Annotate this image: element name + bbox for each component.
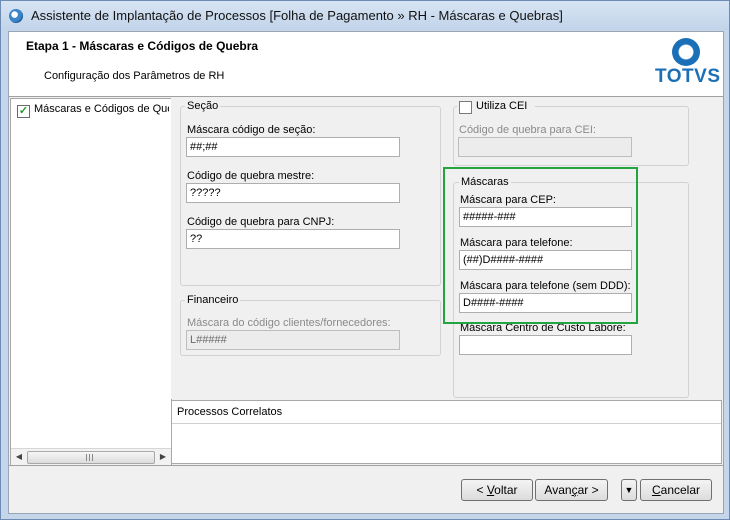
- wizard-window: Assistente de Implantação de Processos […: [0, 0, 730, 520]
- avancar-button[interactable]: Avançar >: [535, 479, 608, 501]
- app-icon: [9, 9, 23, 23]
- totvs-logo-text: TOTVS: [655, 66, 721, 87]
- scrollbar-thumb[interactable]: [27, 451, 155, 464]
- options-dropdown-button[interactable]: ▼: [621, 479, 637, 501]
- mascara-centro-custo-input[interactable]: [459, 335, 632, 355]
- checked-checkbox-icon: ✓: [17, 105, 30, 118]
- quebra-cnpj-input[interactable]: ??: [186, 229, 400, 249]
- grip-icon: [86, 454, 95, 461]
- cei-group: [453, 106, 689, 166]
- processos-correlatos-title: Processos Correlatos: [177, 406, 283, 418]
- scroll-right-icon[interactable]: ▶: [155, 449, 171, 465]
- avancar-label-pre: Avan: [544, 483, 572, 497]
- window-title: Assistente de Implantação de Processos […: [31, 8, 563, 23]
- steps-tree[interactable]: ✓ Máscaras e Códigos de Quebra ◀ ▶: [10, 98, 172, 466]
- financeiro-group-title: Financeiro: [185, 294, 241, 306]
- title-bar[interactable]: Assistente de Implantação de Processos […: [1, 1, 729, 30]
- quebra-cei-label: Código de quebra para CEI:: [459, 124, 596, 136]
- footer-divider: [9, 465, 723, 466]
- wizard-client-area: Etapa 1 - Máscaras e Códigos de Quebra C…: [8, 31, 724, 514]
- step-title: Etapa 1 - Máscaras e Códigos de Quebra: [26, 39, 259, 53]
- tree-item-mascaras[interactable]: ✓ Máscaras e Códigos de Quebra: [17, 103, 169, 118]
- quebra-mestre-input[interactable]: ?????: [186, 183, 400, 203]
- cei-checkbox-row[interactable]: Utiliza CEI: [457, 100, 535, 114]
- quebra-mestre-label: Código de quebra mestre:: [187, 170, 315, 182]
- chevron-down-icon: ▼: [624, 485, 634, 495]
- scroll-left-icon[interactable]: ◀: [11, 449, 27, 465]
- tree-horizontal-scrollbar[interactable]: ◀ ▶: [11, 448, 171, 465]
- mascara-clientes-input[interactable]: L#####: [186, 330, 400, 350]
- cancelar-accesskey: C: [651, 483, 661, 497]
- parameters-panel: Seção Máscara código de seção: ##;## Cód…: [171, 98, 722, 399]
- totvs-logo: TOTVS: [655, 38, 721, 90]
- quebra-cei-input[interactable]: [458, 137, 632, 157]
- cancelar-button[interactable]: Cancelar: [640, 479, 712, 501]
- processos-correlatos-header: Processos Correlatos: [172, 401, 721, 424]
- utiliza-cei-label: Utiliza CEI: [476, 100, 528, 112]
- totvs-logo-icon: [672, 38, 700, 66]
- utiliza-cei-checkbox[interactable]: [459, 101, 472, 114]
- quebra-cnpj-label: Código de quebra para CNPJ:: [187, 216, 335, 228]
- mascara-secao-input[interactable]: ##;##: [186, 137, 400, 157]
- secao-group-title: Seção: [185, 100, 221, 112]
- cancelar-label-post: ancelar: [660, 483, 701, 497]
- voltar-button[interactable]: < Voltar: [461, 479, 533, 501]
- avancar-label-post: ar >: [577, 483, 599, 497]
- highlight-box: [443, 167, 638, 324]
- wizard-header: Etapa 1 - Máscaras e Códigos de Quebra C…: [9, 32, 723, 97]
- processos-correlatos-panel: Processos Correlatos: [171, 400, 722, 464]
- tree-item-label: Máscaras e Códigos de Quebra: [34, 103, 169, 115]
- mascara-secao-label: Máscara código de seção:: [187, 124, 316, 136]
- voltar-label-pre: <: [476, 483, 487, 497]
- voltar-label-post: oltar: [494, 483, 518, 497]
- step-subtitle: Configuração dos Parâmetros de RH: [44, 70, 225, 82]
- mascara-clientes-label: Máscara do código clientes/fornecedores:: [187, 317, 391, 329]
